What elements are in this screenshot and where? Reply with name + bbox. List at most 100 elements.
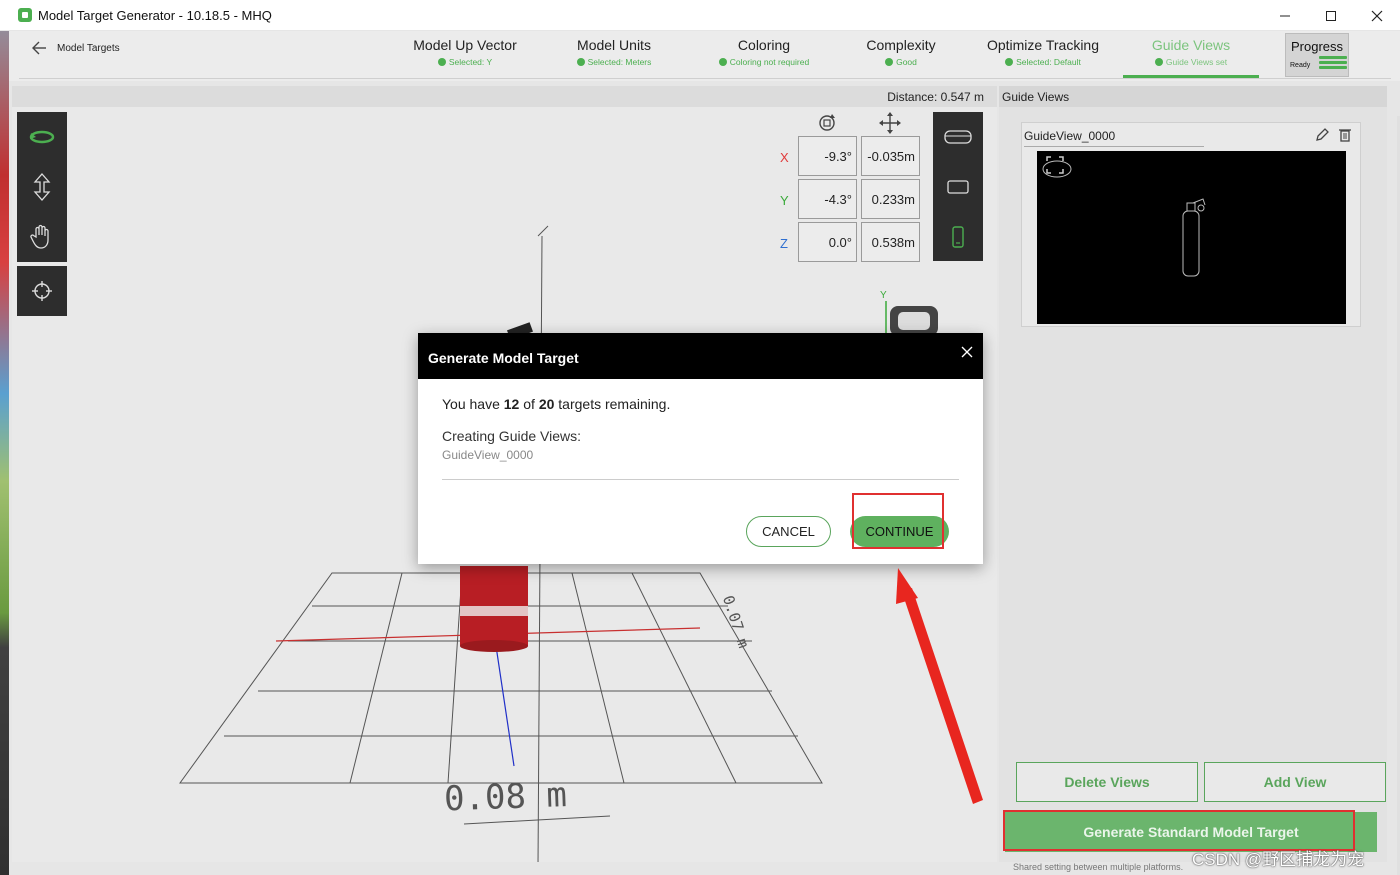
step-status: Selected: Meters [587, 57, 652, 67]
creating-guide-views-label: Creating Guide Views: [442, 428, 582, 444]
shared-setting-note: Shared setting between multiple platform… [1013, 862, 1184, 872]
maximize-button[interactable] [1308, 0, 1354, 31]
navigation-toolbar [17, 112, 67, 262]
window-title: Model Target Generator - 10.18.5 - MHQ [38, 7, 272, 23]
z-axis-label: Z [780, 236, 788, 251]
add-view-button[interactable]: Add View [1204, 762, 1386, 802]
y-rotation-field[interactable]: -4.3° [798, 179, 857, 219]
edit-pencil-icon[interactable] [1314, 127, 1330, 143]
step-header: Model Targets Model Up Vector Selected: … [9, 31, 1400, 81]
z-axis-line [495, 645, 515, 767]
status-dot-icon [885, 58, 894, 66]
status-dot-icon [437, 58, 446, 66]
header-divider [19, 78, 1391, 79]
targets-remaining-text: You have 12 of 20 targets remaining. [442, 396, 983, 412]
trash-icon[interactable] [1338, 127, 1352, 143]
step-model-units[interactable]: Model Units Selected: Meters [562, 37, 666, 67]
headset-icon [944, 130, 972, 144]
dialog-body: You have 12 of 20 targets remaining. Cre… [418, 379, 983, 462]
status-dot-icon [1154, 58, 1163, 66]
minimize-icon [1280, 15, 1290, 16]
y-position-field[interactable]: 0.233m [861, 179, 920, 219]
device-headset-button[interactable] [933, 112, 983, 162]
progress-button[interactable]: Progress Ready [1285, 33, 1349, 77]
step-label: Coloring [737, 37, 791, 53]
orbit-tool[interactable] [17, 112, 67, 162]
step-status: Good [896, 57, 917, 67]
minimize-button[interactable] [1262, 0, 1308, 31]
z-rotation-field[interactable]: 0.0° [798, 222, 857, 262]
step-coloring[interactable]: Coloring Coloring not required [709, 37, 819, 67]
desktop-background-strip [0, 0, 9, 875]
back-to-model-targets[interactable]: Model Targets [31, 41, 120, 55]
device-tablet-button[interactable] [933, 162, 983, 212]
crosshair-icon [32, 281, 52, 301]
rotation-icon [819, 114, 835, 131]
orbit-icon [29, 130, 55, 144]
recenter-tool[interactable] [17, 266, 67, 316]
step-label: Complexity [866, 37, 936, 53]
step-label: Guide Views [1151, 37, 1231, 53]
extinguisher-outline [1182, 198, 1206, 277]
step-guide-views[interactable]: Guide Views Guide Views set [1141, 37, 1241, 67]
guide-view-thumbnail[interactable] [1037, 151, 1346, 324]
step-status: Selected: Default [1016, 57, 1081, 67]
phone-icon [952, 226, 964, 248]
pan-tool[interactable] [17, 212, 67, 262]
maximize-icon [1326, 10, 1336, 21]
remaining-prefix: You have [442, 396, 504, 412]
app-logo-icon [18, 8, 32, 22]
annotation-highlight-continue [852, 493, 944, 549]
creating-guide-view-name: GuideView_0000 [442, 448, 534, 462]
close-window-button[interactable] [1354, 0, 1400, 31]
grid-label-front: 0.08 m [443, 775, 567, 819]
remaining-of: of [519, 396, 539, 412]
close-icon [1371, 10, 1383, 21]
y-axis-label: Y [780, 193, 789, 208]
step-optimize-tracking[interactable]: Optimize Tracking Selected: Default [984, 37, 1102, 67]
vertical-arrows-icon [33, 173, 51, 201]
dialog-header: Generate Model Target [418, 333, 983, 379]
back-label: Model Targets [57, 42, 120, 54]
fullscreen-icon [1046, 156, 1064, 174]
delete-views-button[interactable]: Delete Views [1016, 762, 1198, 802]
dialog-close-button[interactable] [961, 345, 973, 363]
x-axis-label: X [780, 150, 789, 165]
remaining-total: 20 [538, 396, 555, 412]
step-status: Selected: Y [448, 57, 493, 67]
window-controls [1262, 0, 1400, 31]
grid-label-side: 0.07 m [719, 593, 753, 650]
dolly-tool[interactable] [17, 162, 67, 212]
step-complexity[interactable]: Complexity Good [861, 37, 941, 67]
move-icon [879, 112, 901, 134]
dialog-title: Generate Model Target [428, 350, 579, 366]
svg-text:Y: Y [880, 290, 887, 301]
back-arrow-icon [32, 41, 46, 55]
cancel-button[interactable]: CANCEL [746, 516, 831, 547]
tablet-icon [947, 180, 969, 194]
x-rotation-field[interactable]: -9.3° [798, 136, 857, 176]
status-dot-icon [576, 58, 585, 66]
progress-status: Ready [1290, 62, 1311, 69]
watermark-text: CSDN @野区捕龙为宠 [1192, 850, 1365, 869]
step-label: Optimize Tracking [986, 37, 1100, 53]
device-selector [933, 112, 983, 261]
remaining-suffix: targets remaining. [554, 396, 671, 412]
guide-view-name[interactable]: GuideView_0000 [1024, 129, 1204, 147]
dialog-divider [442, 479, 959, 480]
step-status: Guide Views set [1165, 57, 1228, 67]
panel-title: Guide Views [999, 86, 1387, 107]
status-dot-icon [1005, 58, 1014, 66]
progress-label: Progress [1290, 39, 1344, 54]
guide-views-panel: Guide Views GuideView_0000 Delete Views … [999, 86, 1387, 862]
status-dot-icon [718, 58, 727, 66]
step-status: Coloring not required [729, 57, 810, 67]
guide-view-card[interactable]: GuideView_0000 [1021, 122, 1361, 327]
progress-bars-icon [1319, 56, 1347, 71]
z-position-field[interactable]: 0.538m [861, 222, 920, 262]
x-position-field[interactable]: -0.035m [861, 136, 920, 176]
step-model-up-vector[interactable]: Model Up Vector Selected: Y [405, 37, 525, 67]
close-icon [961, 346, 973, 358]
device-phone-button[interactable] [933, 212, 983, 262]
orientation-gizmo: Y [880, 290, 938, 336]
